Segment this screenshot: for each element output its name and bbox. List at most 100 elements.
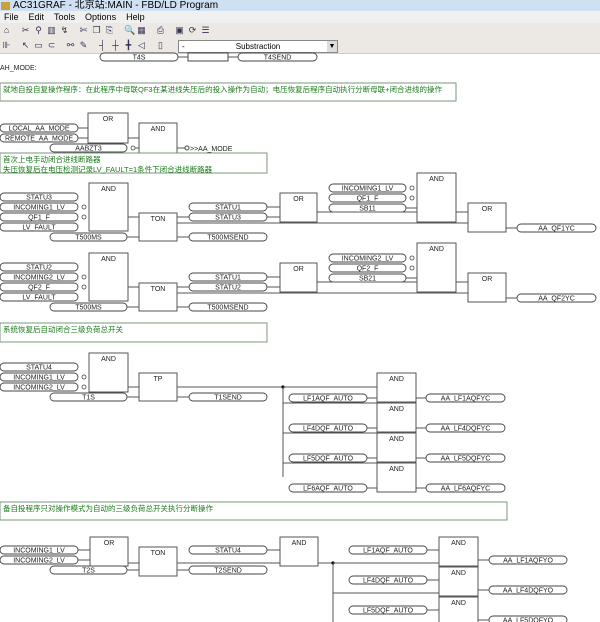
variable-t500ms[interactable]: T500MS bbox=[49, 302, 128, 312]
negation-circle bbox=[81, 214, 87, 220]
variable-incoming2-lv[interactable]: INCOMING2_LV bbox=[328, 253, 407, 263]
variable-statu1[interactable]: STATU1 bbox=[188, 272, 268, 282]
function-block-tp[interactable]: TP bbox=[138, 372, 178, 402]
svg-text:AA_LF1AQFYC: AA_LF1AQFYC bbox=[441, 396, 490, 403]
variable-lf1aqf-auto[interactable]: LF1AQF_AUTO bbox=[288, 393, 368, 403]
function-block-and[interactable]: AND bbox=[438, 536, 479, 567]
function-block-or[interactable]: OR bbox=[467, 202, 507, 233]
variable-aabzt3[interactable]: AABZT3 bbox=[49, 143, 128, 153]
function-block-or[interactable]: OR bbox=[87, 112, 129, 144]
variable-t4send[interactable]: T4SEND bbox=[237, 52, 318, 62]
svg-text:T1SEND: T1SEND bbox=[214, 395, 242, 402]
variable-aa-lf4dqfyc[interactable]: AA_LF4DQFYC bbox=[425, 423, 506, 433]
variable-t500msend[interactable]: T500MSEND bbox=[188, 232, 268, 242]
function-block-or[interactable]: OR bbox=[279, 192, 318, 223]
function-block-and[interactable]: AND bbox=[416, 172, 457, 223]
variable-statu2[interactable]: STATU2 bbox=[0, 262, 79, 272]
variable-aa-qf1yc[interactable]: AA_QF1YC bbox=[516, 223, 597, 233]
variable-statu1[interactable]: STATU1 bbox=[188, 202, 268, 212]
variable-aa-lf5dqfyo[interactable]: AA_LF5DQFYO bbox=[488, 615, 568, 622]
variable-statu3[interactable]: STATU3 bbox=[0, 192, 79, 202]
variable-statu4[interactable]: STATU4 bbox=[0, 362, 79, 372]
variable-t4s[interactable]: T4S bbox=[99, 52, 179, 62]
svg-text:INCOMING1_LV: INCOMING1_LV bbox=[13, 548, 65, 555]
variable-aa-lf5dqfyc[interactable]: AA_LF5DQFYC bbox=[425, 453, 506, 463]
variable-t500msend[interactable]: T500MSEND bbox=[188, 302, 268, 312]
variable-lf5dqf-auto[interactable]: LF5DQF_AUTO bbox=[288, 453, 368, 463]
function-block-and[interactable]: AND bbox=[88, 252, 129, 302]
variable-t1send[interactable]: T1SEND bbox=[188, 392, 268, 402]
variable-incoming1-lv[interactable]: INCOMING1_LV bbox=[0, 545, 79, 555]
function-block-or[interactable]: OR bbox=[279, 262, 318, 293]
variable-lf6aqf-auto[interactable]: LF6AQF_AUTO bbox=[288, 483, 368, 493]
function-block-and[interactable]: AND bbox=[138, 122, 178, 154]
output-aa-mode[interactable]: >>AA_MODE bbox=[190, 146, 233, 153]
function-block-and[interactable]: AND bbox=[279, 536, 319, 567]
variable-sb11[interactable]: SB11 bbox=[328, 203, 407, 213]
variable-lf4dqf-auto[interactable]: LF4DQF_AUTO bbox=[348, 575, 428, 585]
function-block-and[interactable]: AND bbox=[88, 352, 129, 393]
function-block-and[interactable]: AND bbox=[376, 372, 417, 403]
variable-lv-fault[interactable]: LV_FAULT bbox=[0, 292, 79, 302]
variable-lf1aqf-auto[interactable]: LF1AQF_AUTO bbox=[348, 545, 428, 555]
comment-box[interactable]: 就地自投自复操作程序：在此程序中母联QF3在某进线失压后的投入操作为自动；电压恢… bbox=[0, 82, 457, 102]
variable-t2s[interactable]: T2S bbox=[49, 565, 128, 575]
variable-t2send[interactable]: T2SEND bbox=[188, 565, 268, 575]
subtraction-block[interactable] bbox=[187, 52, 229, 62]
function-block-and[interactable]: AND bbox=[416, 242, 457, 293]
svg-text:OR: OR bbox=[293, 196, 304, 203]
variable-remote-aa-mode[interactable]: REMOTE_AA_MODE bbox=[0, 133, 79, 143]
variable-incoming2-lv[interactable]: INCOMING2_LV bbox=[0, 272, 79, 282]
function-block-and[interactable]: AND bbox=[438, 596, 479, 622]
function-block-and[interactable]: AND bbox=[376, 462, 417, 493]
svg-text:INCOMING2_LV: INCOMING2_LV bbox=[13, 275, 65, 282]
negation-circle bbox=[130, 145, 136, 151]
negation-circle bbox=[81, 204, 87, 210]
variable-lf4dqf-auto[interactable]: LF4DQF_AUTO bbox=[288, 423, 368, 433]
variable-aa-lf4dqfyo[interactable]: AA_LF4DQFYO bbox=[488, 585, 568, 595]
variable-t500ms[interactable]: T500MS bbox=[49, 232, 128, 242]
variable-aa-lf1aqfyo[interactable]: AA_LF1AQFYO bbox=[488, 555, 568, 565]
svg-text:INCOMING2_LV: INCOMING2_LV bbox=[342, 256, 394, 263]
variable-t1s[interactable]: T1S bbox=[49, 392, 128, 402]
svg-text:备自投程序只对操作模式为自动的三级负荷总开关执行分断操作: 备自投程序只对操作模式为自动的三级负荷总开关执行分断操作 bbox=[3, 503, 213, 513]
svg-text:AND: AND bbox=[429, 176, 444, 183]
variable-incoming2-lv[interactable]: INCOMING2_LV bbox=[0, 382, 79, 392]
comment-box[interactable]: 首次上电手动闭合进线断路器失压恢复后在电压检测记录LV_FAULT=1条件下闭合… bbox=[0, 152, 268, 174]
variable-incoming1-lv[interactable]: INCOMING1_LV bbox=[0, 202, 79, 212]
function-block-and[interactable]: AND bbox=[376, 402, 417, 433]
variable-lv-fault[interactable]: LV_FAULT bbox=[0, 222, 79, 232]
variable-sb21[interactable]: SB21 bbox=[328, 273, 407, 283]
variable-aa-qf2yc[interactable]: AA_QF2YC bbox=[516, 293, 597, 303]
svg-text:INCOMING2_LV: INCOMING2_LV bbox=[13, 558, 65, 565]
svg-text:AA_LF5DQFYO: AA_LF5DQFYO bbox=[503, 618, 554, 622]
variable-incoming1-lv[interactable]: INCOMING1_LV bbox=[0, 372, 79, 382]
svg-text:LF4DQF_AUTO: LF4DQF_AUTO bbox=[303, 426, 354, 433]
variable-local-aa-mode[interactable]: LOCAL_AA_MODE bbox=[0, 123, 79, 133]
variable-statu4[interactable]: STATU4 bbox=[188, 545, 268, 555]
variable-qf1-f[interactable]: QF1_F bbox=[328, 193, 407, 203]
svg-text:INCOMING1_LV: INCOMING1_LV bbox=[13, 205, 65, 212]
function-block-or[interactable]: OR bbox=[89, 536, 129, 567]
function-block-or[interactable]: OR bbox=[467, 272, 507, 303]
variable-statu3[interactable]: STATU3 bbox=[188, 212, 268, 222]
variable-qf1-f[interactable]: QF1_F bbox=[0, 212, 79, 222]
function-block-ton[interactable]: TON bbox=[138, 212, 178, 242]
function-block-and[interactable]: AND bbox=[438, 566, 479, 597]
variable-incoming2-lv[interactable]: INCOMING2_LV bbox=[0, 555, 79, 565]
variable-qf2-f[interactable]: QF2_F bbox=[328, 263, 407, 273]
variable-lf5dqf-auto[interactable]: LF5DQF_AUTO bbox=[348, 605, 428, 615]
function-block-ton[interactable]: TON bbox=[138, 546, 178, 577]
function-block-and[interactable]: AND bbox=[376, 432, 417, 463]
variable-incoming1-lv[interactable]: INCOMING1_LV bbox=[328, 183, 407, 193]
variable-statu2[interactable]: STATU2 bbox=[188, 282, 268, 292]
comment-box[interactable]: 备自投程序只对操作模式为自动的三级负荷总开关执行分断操作 bbox=[0, 501, 508, 521]
svg-text:REMOTE_AA_MODE: REMOTE_AA_MODE bbox=[5, 136, 73, 143]
function-block-and[interactable]: AND bbox=[88, 182, 129, 232]
comment-box[interactable]: 系统恢复后自动闭合三级负荷总开关 bbox=[0, 322, 268, 343]
variable-qf2-f[interactable]: QF2_F bbox=[0, 282, 79, 292]
variable-aa-lf6aqfyc[interactable]: AA_LF6AQFYC bbox=[425, 483, 506, 493]
function-block-ton[interactable]: TON bbox=[138, 282, 178, 312]
svg-text:STATU3: STATU3 bbox=[26, 195, 52, 202]
variable-aa-lf1aqfyc[interactable]: AA_LF1AQFYC bbox=[425, 393, 506, 403]
